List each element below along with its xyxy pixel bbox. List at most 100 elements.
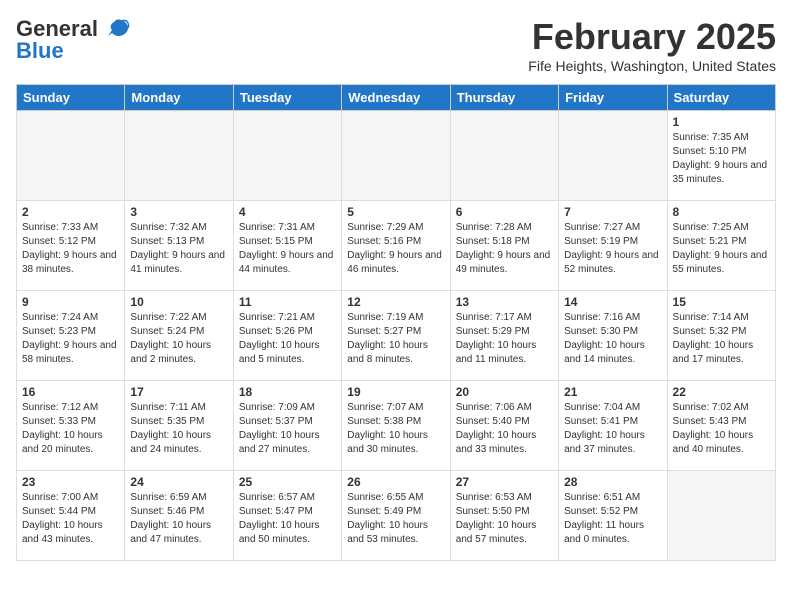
day-number: 15 — [673, 295, 770, 309]
calendar-cell: 1 Sunrise: 7:35 AM Sunset: 5:10 PM Daylig… — [667, 111, 775, 201]
day-number: 8 — [673, 205, 770, 219]
day-info: Sunrise: 7:32 AM Sunset: 5:13 PM Dayligh… — [130, 221, 227, 277]
day-number: 3 — [130, 205, 227, 219]
calendar-cell: 2 Sunrise: 7:33 AM Sunset: 5:12 PM Daylig… — [17, 201, 125, 291]
day-number: 26 — [347, 475, 444, 489]
day-number: 12 — [347, 295, 444, 309]
day-info: Sunrise: 7:24 AM Sunset: 5:23 PM Dayligh… — [22, 311, 119, 367]
calendar-cell: 15 Sunrise: 7:14 AM Sunset: 5:32 PM Dayli… — [667, 291, 775, 381]
calendar-cell: 21 Sunrise: 7:04 AM Sunset: 5:41 PM Dayli… — [559, 381, 667, 471]
calendar-cell — [667, 471, 775, 561]
day-info: Sunrise: 7:19 AM Sunset: 5:27 PM Dayligh… — [347, 311, 444, 367]
calendar-cell: 17Sunrise: 7:11 AM Sunset: 5:35 PM Dayli… — [125, 381, 233, 471]
day-number: 18 — [239, 385, 336, 399]
calendar-cell: 8 Sunrise: 7:25 AM Sunset: 5:21 PM Daylig… — [667, 201, 775, 291]
calendar-cell: 10 Sunrise: 7:22 AM Sunset: 5:24 PM Dayli… — [125, 291, 233, 381]
day-info: Sunrise: 7:07 AM Sunset: 5:38 PM Dayligh… — [347, 401, 444, 457]
day-info: Sunrise: 7:17 AM Sunset: 5:29 PM Dayligh… — [456, 311, 553, 367]
calendar-cell: 6 Sunrise: 7:28 AM Sunset: 5:18 PM Daylig… — [450, 201, 558, 291]
day-info: Sunrise: 7:09 AM Sunset: 5:37 PM Dayligh… — [239, 401, 336, 457]
calendar-week-row: 1 Sunrise: 7:35 AM Sunset: 5:10 PM Daylig… — [17, 111, 776, 201]
calendar-cell — [17, 111, 125, 201]
day-info: Sunrise: 7:31 AM Sunset: 5:15 PM Dayligh… — [239, 221, 336, 277]
calendar-cell: 16 Sunrise: 7:12 AM Sunset: 5:33 PM Dayli… — [17, 381, 125, 471]
day-info: Sunrise: 7:16 AM Sunset: 5:30 PM Dayligh… — [564, 311, 661, 367]
calendar-cell: 25Sunrise: 6:57 AM Sunset: 5:47 PM Dayli… — [233, 471, 341, 561]
day-number: 9 — [22, 295, 119, 309]
day-info: Sunrise: 7:00 AM Sunset: 5:44 PM Dayligh… — [22, 491, 119, 547]
calendar-cell: 28 Sunrise: 6:51 AM Sunset: 5:52 PM Dayli… — [559, 471, 667, 561]
calendar-week-row: 9 Sunrise: 7:24 AM Sunset: 5:23 PM Daylig… — [17, 291, 776, 381]
calendar-cell: 20 Sunrise: 7:06 AM Sunset: 5:40 PM Dayli… — [450, 381, 558, 471]
day-info: Sunrise: 7:29 AM Sunset: 5:16 PM Dayligh… — [347, 221, 444, 277]
day-info: Sunrise: 7:04 AM Sunset: 5:41 PM Dayligh… — [564, 401, 661, 457]
day-info: Sunrise: 7:35 AM Sunset: 5:10 PM Dayligh… — [673, 131, 770, 187]
day-number: 28 — [564, 475, 661, 489]
day-number: 22 — [673, 385, 770, 399]
calendar-cell: 3 Sunrise: 7:32 AM Sunset: 5:13 PM Daylig… — [125, 201, 233, 291]
calendar-cell — [125, 111, 233, 201]
day-info: Sunrise: 6:59 AM Sunset: 5:46 PM Dayligh… — [130, 491, 227, 547]
day-info: Sunrise: 6:55 AM Sunset: 5:49 PM Dayligh… — [347, 491, 444, 547]
day-number: 13 — [456, 295, 553, 309]
day-info: Sunrise: 7:22 AM Sunset: 5:24 PM Dayligh… — [130, 311, 227, 367]
calendar-cell: 14 Sunrise: 7:16 AM Sunset: 5:30 PM Dayli… — [559, 291, 667, 381]
day-info: Sunrise: 7:12 AM Sunset: 5:33 PM Dayligh… — [22, 401, 119, 457]
calendar-cell: 23 Sunrise: 7:00 AM Sunset: 5:44 PM Dayli… — [17, 471, 125, 561]
calendar-week-row: 16 Sunrise: 7:12 AM Sunset: 5:33 PM Dayli… — [17, 381, 776, 471]
weekday-header: Tuesday — [233, 85, 341, 111]
day-number: 17 — [130, 385, 227, 399]
month-title: February 2025 — [528, 16, 776, 58]
calendar-cell: 9 Sunrise: 7:24 AM Sunset: 5:23 PM Daylig… — [17, 291, 125, 381]
calendar-cell: 22 Sunrise: 7:02 AM Sunset: 5:43 PM Dayli… — [667, 381, 775, 471]
day-info: Sunrise: 7:02 AM Sunset: 5:43 PM Dayligh… — [673, 401, 770, 457]
location-text: Fife Heights, Washington, United States — [528, 58, 776, 74]
weekday-header: Thursday — [450, 85, 558, 111]
weekday-header: Wednesday — [342, 85, 450, 111]
day-number: 24 — [130, 475, 227, 489]
logo-bird-icon — [102, 18, 130, 40]
day-info: Sunrise: 7:28 AM Sunset: 5:18 PM Dayligh… — [456, 221, 553, 277]
day-number: 2 — [22, 205, 119, 219]
day-info: Sunrise: 7:33 AM Sunset: 5:12 PM Dayligh… — [22, 221, 119, 277]
day-number: 25 — [239, 475, 336, 489]
calendar-cell: 19Sunrise: 7:07 AM Sunset: 5:38 PM Dayli… — [342, 381, 450, 471]
logo: General Blue — [16, 16, 130, 64]
logo-text-blue: Blue — [16, 38, 64, 64]
day-number: 4 — [239, 205, 336, 219]
day-info: Sunrise: 7:27 AM Sunset: 5:19 PM Dayligh… — [564, 221, 661, 277]
day-info: Sunrise: 7:21 AM Sunset: 5:26 PM Dayligh… — [239, 311, 336, 367]
day-number: 27 — [456, 475, 553, 489]
calendar-cell: 26 Sunrise: 6:55 AM Sunset: 5:49 PM Dayli… — [342, 471, 450, 561]
calendar-table: SundayMondayTuesdayWednesdayThursdayFrid… — [16, 84, 776, 561]
weekday-header: Saturday — [667, 85, 775, 111]
calendar-cell: 27 Sunrise: 6:53 AM Sunset: 5:50 PM Dayli… — [450, 471, 558, 561]
day-number: 21 — [564, 385, 661, 399]
calendar-week-row: 2 Sunrise: 7:33 AM Sunset: 5:12 PM Daylig… — [17, 201, 776, 291]
title-area: February 2025 Fife Heights, Washington, … — [528, 16, 776, 74]
day-info: Sunrise: 6:51 AM Sunset: 5:52 PM Dayligh… — [564, 491, 661, 547]
day-number: 20 — [456, 385, 553, 399]
calendar-cell — [342, 111, 450, 201]
weekday-header: Monday — [125, 85, 233, 111]
day-info: Sunrise: 7:25 AM Sunset: 5:21 PM Dayligh… — [673, 221, 770, 277]
weekday-header: Sunday — [17, 85, 125, 111]
day-number: 6 — [456, 205, 553, 219]
calendar-cell: 4 Sunrise: 7:31 AM Sunset: 5:15 PM Daylig… — [233, 201, 341, 291]
calendar-cell: 24 Sunrise: 6:59 AM Sunset: 5:46 PM Dayli… — [125, 471, 233, 561]
day-number: 23 — [22, 475, 119, 489]
day-info: Sunrise: 7:14 AM Sunset: 5:32 PM Dayligh… — [673, 311, 770, 367]
calendar-week-row: 23 Sunrise: 7:00 AM Sunset: 5:44 PM Dayli… — [17, 471, 776, 561]
day-number: 16 — [22, 385, 119, 399]
calendar-cell — [233, 111, 341, 201]
weekday-header: Friday — [559, 85, 667, 111]
day-info: Sunrise: 7:06 AM Sunset: 5:40 PM Dayligh… — [456, 401, 553, 457]
day-number: 14 — [564, 295, 661, 309]
day-number: 5 — [347, 205, 444, 219]
day-number: 1 — [673, 115, 770, 129]
day-info: Sunrise: 6:53 AM Sunset: 5:50 PM Dayligh… — [456, 491, 553, 547]
calendar-header-row: SundayMondayTuesdayWednesdayThursdayFrid… — [17, 85, 776, 111]
calendar-cell: 11Sunrise: 7:21 AM Sunset: 5:26 PM Dayli… — [233, 291, 341, 381]
calendar-cell — [450, 111, 558, 201]
day-number: 10 — [130, 295, 227, 309]
